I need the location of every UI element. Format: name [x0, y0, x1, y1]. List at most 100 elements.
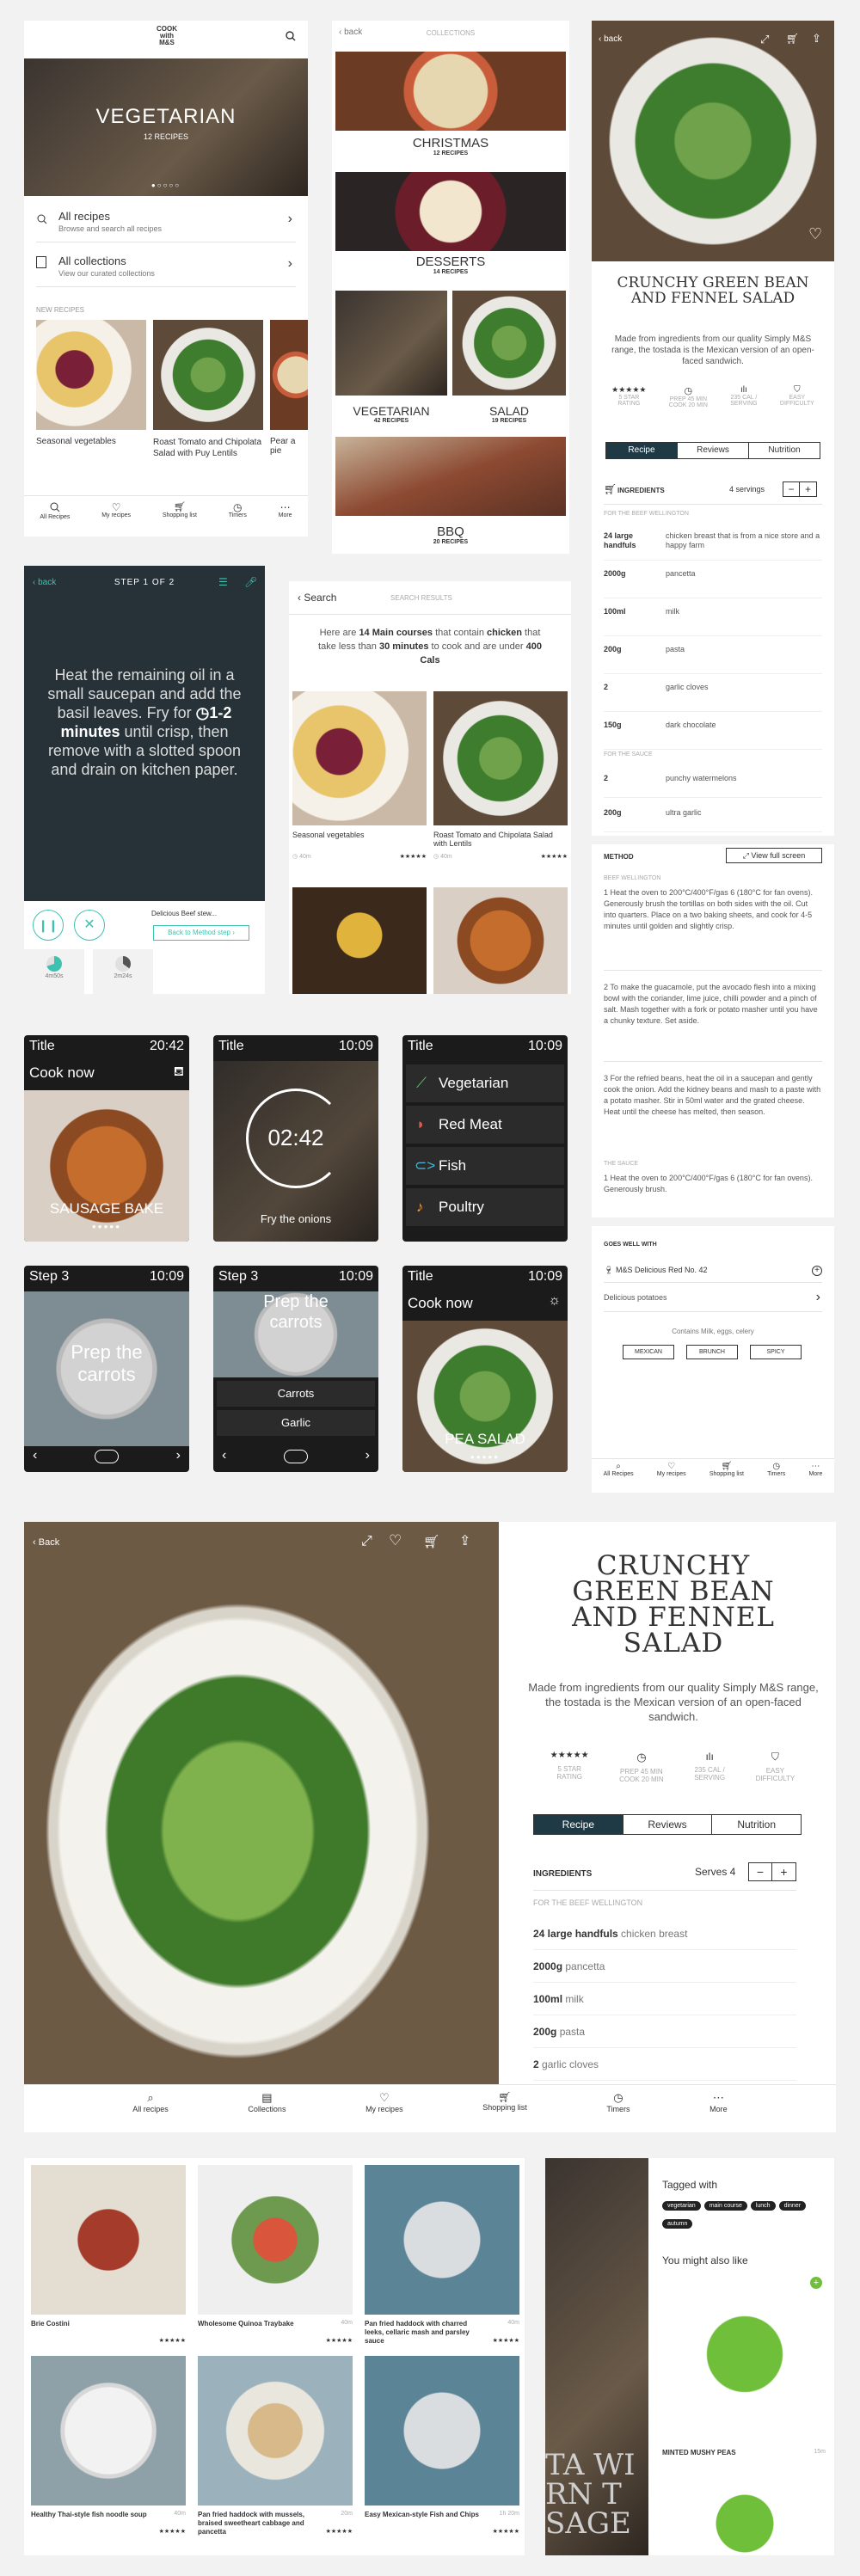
collection-name[interactable]: DESSERTS — [332, 255, 569, 269]
watch-cook-now[interactable]: Title 20:42 Cook now ⛾ SAUSAGE BAKE ●●●●● — [24, 1035, 189, 1242]
collection-image[interactable] — [452, 291, 566, 396]
list-icon[interactable]: ☰ — [218, 576, 228, 588]
timer-chip[interactable]: 2m24s — [93, 949, 153, 994]
watch-step-image[interactable]: Step 3 10:09 Prep the carrots ‹ › — [24, 1266, 189, 1472]
heart-icon[interactable]: ♡ — [389, 1532, 402, 1549]
cart-icon[interactable]: 🛒︎ — [423, 1534, 439, 1549]
collection-name[interactable]: SALAD — [452, 404, 566, 418]
tag-chip[interactable]: vegetarian — [662, 2201, 701, 2211]
expand-icon[interactable]: ⤢ — [361, 1534, 372, 1549]
menu-item-vegetarian[interactable]: ⟋ Vegetarian — [406, 1064, 564, 1102]
grid-image[interactable] — [198, 2356, 353, 2505]
tab-reviews[interactable]: Reviews — [677, 443, 748, 458]
hero-image[interactable]: VEGETARIAN 12 RECIPES ●○○○○ — [24, 58, 308, 196]
collection-name[interactable]: VEGETARIAN — [335, 404, 447, 418]
result-image[interactable] — [292, 887, 427, 994]
collection-image[interactable] — [335, 291, 447, 396]
recipe-card[interactable]: Seasonal vegetables — [36, 320, 146, 446]
pairing-row[interactable]: Delicious potatoes › — [604, 1290, 822, 1312]
result-image[interactable] — [433, 887, 568, 994]
search-icon[interactable] — [284, 29, 298, 43]
share-icon[interactable]: ⇪ — [459, 1532, 470, 1549]
tab-my-recipes[interactable]: ♡ My recipes — [101, 502, 131, 520]
next-icon[interactable]: › — [176, 1448, 181, 1463]
tab-all-recipes[interactable]: ⌕ All recipes — [132, 2091, 169, 2113]
grid-card[interactable]: Pan fried haddock with charred leeks, ce… — [365, 2320, 519, 2354]
speech-icon[interactable] — [95, 1450, 119, 1463]
collection-image[interactable] — [335, 172, 566, 251]
tab-shopping-list[interactable]: 🛒︎ Shopping list — [710, 1462, 744, 1477]
tag-chip[interactable]: dinner — [778, 2201, 807, 2211]
back-button[interactable]: ‹ back — [599, 34, 622, 44]
heart-icon[interactable]: ♡ — [808, 225, 822, 243]
all-collections-row[interactable]: All collections View our curated collect… — [36, 244, 296, 287]
tab-all-recipes[interactable]: ⌕ All Recipes — [604, 1462, 634, 1477]
tab-more[interactable]: ⋯ More — [808, 1462, 822, 1477]
suggestion-image[interactable] — [662, 2492, 827, 2555]
grid-card[interactable]: Wholesome Quinoa Traybake 40m ★★★★★ — [198, 2320, 353, 2354]
tab-nutrition[interactable]: Nutrition — [748, 443, 820, 458]
tag-button-spicy[interactable]: SPICY — [750, 1345, 802, 1359]
grid-card[interactable]: Easy Mexican-style Fish and Chips 1h 20m ★… — [365, 2511, 519, 2545]
increase-servings-button[interactable]: + — [800, 481, 817, 497]
microphone-icon[interactable]: 🎤︎ — [244, 576, 257, 588]
collection-name[interactable]: BBQ — [332, 524, 569, 539]
collection-image[interactable] — [335, 437, 566, 516]
menu-item-poultry[interactable]: ♪ Poultry — [406, 1188, 564, 1226]
timer-chip[interactable]: 4m50s — [24, 949, 84, 994]
tag-button-brunch[interactable]: BRUNCH — [686, 1345, 738, 1359]
all-recipes-row[interactable]: All recipes Browse and search all recipe… — [36, 203, 296, 242]
tab-my-recipes[interactable]: ♡ My recipes — [657, 1462, 686, 1477]
add-icon[interactable]: + — [812, 1266, 822, 1276]
grid-image[interactable] — [198, 2165, 353, 2315]
tab-recipe[interactable]: Recipe — [534, 1815, 623, 1834]
grid-card[interactable]: Brie Costini ★★★★★ — [31, 2320, 186, 2354]
add-icon[interactable]: + — [810, 2277, 822, 2289]
prev-icon[interactable]: ‹ — [33, 1448, 37, 1463]
tab-timers[interactable]: ◷ Timers — [767, 1462, 785, 1477]
suggestion-title[interactable]: MINTED MUSHY PEAS — [662, 2449, 736, 2456]
suggestion-image[interactable]: + — [662, 2272, 827, 2437]
tab-shopping-list[interactable]: 🛒︎ Shopping list — [163, 502, 197, 520]
menu-item-fish[interactable]: ⊂> Fish — [406, 1147, 564, 1185]
tab-more[interactable]: ⋯ More — [710, 2091, 728, 2113]
collection-image[interactable] — [335, 52, 566, 131]
search-back-button[interactable]: ‹ Search — [298, 592, 336, 604]
tag-chip[interactable]: main course — [703, 2201, 747, 2211]
pairing-row[interactable]: 🍷︎ M&S Delicious Red No. 42 + — [604, 1266, 822, 1283]
recipe-card[interactable]: Roast Tomato and Chipolata Salad with Pu… — [153, 320, 263, 459]
list-item[interactable]: Carrots — [217, 1381, 375, 1407]
recipe-card[interactable]: Pear a pie — [270, 320, 308, 456]
tab-nutrition[interactable]: Nutrition — [711, 1815, 801, 1834]
tab-timers[interactable]: ◷ Timers — [229, 502, 247, 520]
tab-all-recipes[interactable]: All Recipes — [40, 502, 70, 520]
result-card[interactable]: Seasonal vegetables ◷ 40m ★★★★★ — [292, 691, 427, 860]
back-to-method-button[interactable]: Back to Method step › — [153, 925, 249, 941]
tab-reviews[interactable]: Reviews — [622, 1815, 712, 1834]
tag-button-mexican[interactable]: MEXICAN — [623, 1345, 674, 1359]
tag-chip[interactable]: lunch — [750, 2201, 776, 2211]
grid-image[interactable] — [31, 2165, 186, 2315]
watch-timer[interactable]: Title 10:09 02:42 Fry the onions — [213, 1035, 378, 1242]
tab-collections[interactable]: ▤ Collections — [248, 2091, 286, 2113]
tab-my-recipes[interactable]: ♡ My recipes — [366, 2091, 403, 2113]
tab-shopping-list[interactable]: 🛒︎ Shopping list — [482, 2091, 527, 2113]
cart-icon[interactable]: 🛒︎ — [786, 33, 799, 45]
list-item[interactable]: Garlic — [217, 1410, 375, 1436]
grid-image[interactable] — [365, 2356, 519, 2505]
cancel-button[interactable]: ✕ — [74, 910, 105, 941]
tag-chip[interactable]: autumn — [662, 2219, 693, 2229]
tab-recipe[interactable]: Recipe — [606, 443, 677, 458]
watch-step-list[interactable]: Step 3 10:09 Prep the carrots Carrots Gar… — [213, 1266, 378, 1472]
tab-more[interactable]: ⋯ More — [279, 502, 292, 520]
collection-name[interactable]: CHRISTMAS — [332, 136, 569, 150]
speech-icon[interactable] — [284, 1450, 308, 1463]
next-icon[interactable]: › — [366, 1448, 370, 1463]
carousel-dots[interactable]: ●○○○○ — [24, 181, 308, 189]
expand-icon[interactable]: ⤢ — [760, 33, 769, 46]
watch-cook-now-pea[interactable]: Title 10:09 Cook now ☼ PEA SALAD ●●●●● — [402, 1266, 568, 1472]
view-full-screen-button[interactable]: ⤢ View full screen — [726, 848, 822, 863]
tab-timers[interactable]: ◷ Timers — [606, 2091, 630, 2113]
result-card[interactable]: Roast Tomato and Chipolata Salad with Le… — [433, 691, 568, 860]
watch-category-menu[interactable]: Title 10:09 ⟋ Vegetarian ◗ Red Meat ⊂> Fish … — [402, 1035, 568, 1242]
